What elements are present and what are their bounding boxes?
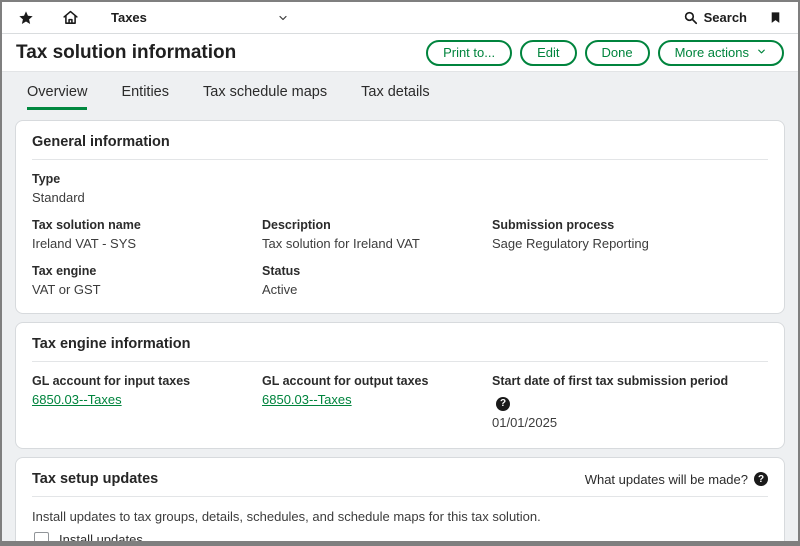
field-description-label: Description <box>262 218 331 232</box>
search-label: Search <box>703 10 747 25</box>
install-updates-checkbox-label: Install updates <box>59 532 143 541</box>
edit-button[interactable]: Edit <box>520 39 577 66</box>
field-type-value: Standard <box>32 190 85 205</box>
tab-entities[interactable]: Entities <box>121 84 169 110</box>
module-dropdown[interactable]: Taxes <box>111 10 289 25</box>
done-button[interactable]: Done <box>584 39 650 66</box>
help-icon: ? <box>754 472 768 486</box>
module-dropdown-label: Taxes <box>111 10 147 25</box>
general-information-row-3: Tax engine VAT or GST Status Active <box>32 264 768 299</box>
updates-help-link[interactable]: What updates will be made? ? <box>585 472 768 487</box>
field-gl-output-taxes-label: GL account for output taxes <box>262 374 429 388</box>
tax-setup-updates-card: Tax setup updates What updates will be m… <box>15 457 785 541</box>
search-icon <box>683 10 698 25</box>
tab-tax-details[interactable]: Tax details <box>361 84 430 110</box>
field-tax-engine-value: VAT or GST <box>32 282 101 297</box>
bookmark-icon[interactable] <box>769 10 782 25</box>
print-to-button-label: Print to... <box>443 45 496 60</box>
field-status-value: Active <box>262 282 298 297</box>
divider <box>32 159 768 160</box>
header-actions: Print to... Edit Done More actions <box>426 39 784 66</box>
chevron-down-icon <box>756 45 767 60</box>
tax-engine-information-row: GL account for input taxes 6850.03--Taxe… <box>32 374 768 434</box>
tax-setup-updates-title: Tax setup updates <box>32 471 159 487</box>
field-start-date-value: 01/01/2025 <box>492 415 558 430</box>
print-to-button[interactable]: Print to... <box>426 39 513 66</box>
field-description-value: Tax solution for Ireland VAT <box>262 236 420 251</box>
field-description: Description Tax solution for Ireland VAT <box>262 218 492 251</box>
general-information-row-1: Type Standard <box>32 172 768 218</box>
tab-bar: Overview Entities Tax schedule maps Tax … <box>15 72 785 110</box>
field-gl-input-taxes-label: GL account for input taxes <box>32 374 191 388</box>
home-icon[interactable] <box>62 9 79 26</box>
tab-tax-schedule-maps[interactable]: Tax schedule maps <box>203 84 327 110</box>
page-header: Tax solution information Print to... Edi… <box>2 34 798 72</box>
field-tax-engine-label: Tax engine <box>32 264 97 278</box>
app-window: Taxes Search Tax solution information Pr… <box>0 0 800 546</box>
divider <box>32 361 768 362</box>
more-actions-button-label: More actions <box>674 45 749 60</box>
gl-input-taxes-link[interactable]: 6850.03--Taxes <box>32 392 122 407</box>
page-content: Overview Entities Tax schedule maps Tax … <box>2 72 798 541</box>
general-information-row-2: Tax solution name Ireland VAT - SYS Desc… <box>32 218 768 264</box>
field-tax-engine: Tax engine VAT or GST <box>32 264 262 297</box>
tax-setup-updates-description: Install updates to tax groups, details, … <box>32 509 541 524</box>
edit-button-label: Edit <box>537 45 560 60</box>
done-button-label: Done <box>601 45 633 60</box>
more-actions-button[interactable]: More actions <box>657 39 784 66</box>
field-tax-solution-name-label: Tax solution name <box>32 218 141 232</box>
tax-engine-information-title: Tax engine information <box>32 336 191 352</box>
topbar-right: Search <box>683 10 782 25</box>
general-information-card: General information Type Standard Tax so… <box>15 120 785 314</box>
field-start-date: Start date of first tax submission perio… <box>492 374 768 430</box>
general-information-title: General information <box>32 134 170 150</box>
tax-engine-information-card: Tax engine information GL account for in… <box>15 322 785 449</box>
chevron-down-icon <box>277 12 289 24</box>
updates-help-link-label: What updates will be made? <box>584 471 748 487</box>
search-button[interactable]: Search <box>683 10 747 25</box>
help-icon[interactable]: ? <box>496 396 510 411</box>
field-status: Status Active <box>262 264 492 297</box>
field-submission-process-value: Sage Regulatory Reporting <box>492 236 649 251</box>
field-status-label: Status <box>262 264 301 278</box>
field-gl-input-taxes: GL account for input taxes 6850.03--Taxe… <box>32 374 262 430</box>
field-type: Type Standard <box>32 172 262 205</box>
page-title: Tax solution information <box>16 41 237 63</box>
field-submission-process-label: Submission process <box>492 218 615 232</box>
field-tax-solution-name-value: Ireland VAT - SYS <box>32 236 137 251</box>
gl-output-taxes-link[interactable]: 6850.03--Taxes <box>262 392 352 407</box>
install-updates-checkbox-row[interactable]: Install updates <box>34 532 768 541</box>
field-type-label: Type <box>32 172 61 186</box>
field-submission-process: Submission process Sage Regulatory Repor… <box>492 218 768 251</box>
install-updates-checkbox[interactable] <box>34 532 49 541</box>
field-tax-solution-name: Tax solution name Ireland VAT - SYS <box>32 218 262 251</box>
field-gl-output-taxes: GL account for output taxes 6850.03--Tax… <box>262 374 492 430</box>
favorites-star-icon[interactable] <box>18 10 34 26</box>
topbar: Taxes Search <box>2 2 798 34</box>
divider <box>32 496 768 497</box>
tab-overview[interactable]: Overview <box>27 84 88 110</box>
field-start-date-label: Start date of first tax submission perio… <box>492 374 729 388</box>
